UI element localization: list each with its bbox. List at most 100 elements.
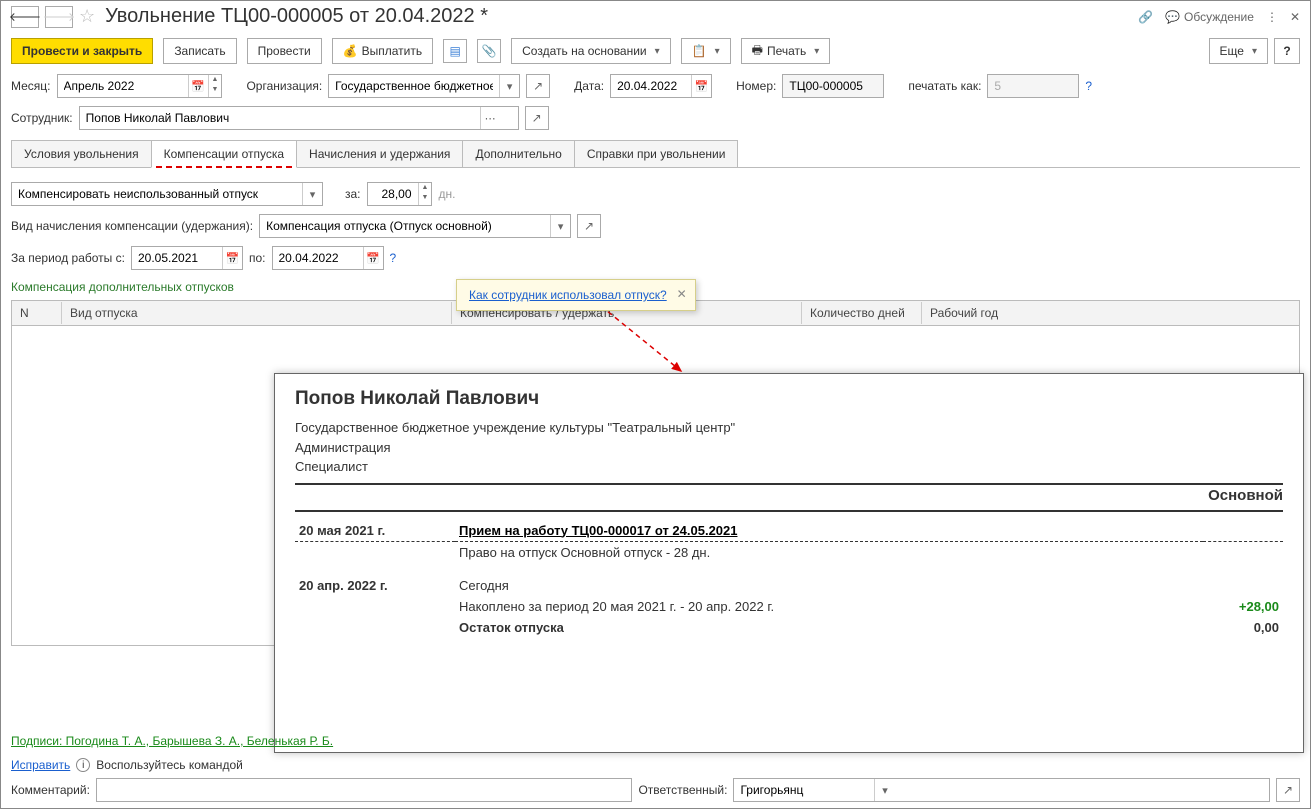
report-row: Накоплено за период 20 мая 2021 г. - 20 …: [295, 596, 1283, 617]
tab-compensation[interactable]: Компенсации отпуска: [151, 140, 297, 168]
form-icon-button[interactable]: ▤: [443, 39, 467, 63]
more-button[interactable]: Еще: [1209, 38, 1268, 64]
tab-references[interactable]: Справки при увольнении: [574, 140, 739, 167]
za-label: за:: [345, 187, 361, 201]
r2-desc: Накоплено за период 20 мая 2021 г. - 20 …: [455, 596, 1203, 617]
accrual-input[interactable]: ▾: [259, 214, 571, 238]
period-from-field[interactable]: [132, 247, 222, 269]
accrual-field[interactable]: [260, 215, 550, 237]
tab-accruals[interactable]: Начисления и удержания: [296, 140, 463, 167]
r1-link[interactable]: Прием на работу ТЦ00-000017 от 24.05.202…: [459, 523, 737, 538]
create-based-button[interactable]: Создать на основании: [511, 38, 671, 64]
favorite-icon[interactable]: ☆: [79, 6, 95, 27]
pay-icon: 💰: [343, 44, 358, 58]
calendar-icon[interactable]: 📅: [691, 75, 711, 97]
chevron-down-icon[interactable]: ▾: [499, 75, 519, 97]
fix-link[interactable]: Исправить: [11, 758, 70, 772]
tabs: Условия увольнения Компенсации отпуска Н…: [11, 140, 1300, 168]
month-input[interactable]: 📅 ▲▼: [57, 74, 223, 98]
date-input[interactable]: 📅: [610, 74, 712, 98]
post-button[interactable]: Провести: [247, 38, 322, 64]
tab-conditions[interactable]: Условия увольнения: [11, 140, 152, 167]
printas-input[interactable]: [987, 74, 1079, 98]
help-icon[interactable]: ?: [1085, 79, 1092, 93]
org-input[interactable]: ▾: [328, 74, 520, 98]
resp-open-icon[interactable]: ↗: [1276, 778, 1300, 802]
employee-open-icon[interactable]: ↗: [525, 106, 549, 130]
month-spinner[interactable]: ▲▼: [208, 75, 222, 97]
date-label: Дата:: [574, 79, 604, 93]
printas-field[interactable]: [988, 75, 1078, 97]
signatures-text[interactable]: Подписи: Погодина Т. А., Барышева З. А.,…: [11, 734, 333, 748]
kebab-icon[interactable]: ⋮: [1266, 10, 1278, 24]
comment-field[interactable]: [97, 779, 632, 801]
attach-icon[interactable]: 📎: [477, 39, 501, 63]
th-n: N: [12, 302, 62, 324]
usage-tooltip: Как сотрудник использовал отпуск? ✕: [456, 279, 696, 311]
usage-link[interactable]: Как сотрудник использовал отпуск?: [469, 288, 667, 302]
discuss-label: Обсуждение: [1184, 10, 1254, 24]
period-to-input[interactable]: 📅: [272, 246, 384, 270]
pay-button[interactable]: 💰 Выплатить: [332, 38, 433, 64]
period-from-input[interactable]: 📅: [131, 246, 243, 270]
date-field[interactable]: [611, 75, 691, 97]
chevron-down-icon[interactable]: ▾: [550, 215, 570, 237]
month-field[interactable]: [58, 75, 188, 97]
resp-label: Ответственный:: [638, 783, 727, 797]
chevron-down-icon[interactable]: ▾: [874, 779, 894, 801]
resp-input[interactable]: ▾: [733, 778, 1270, 802]
days-field[interactable]: [368, 183, 418, 205]
report-row: 20 мая 2021 г. Прием на работу ТЦ00-0000…: [295, 520, 1283, 542]
report-pos: Специалист: [295, 457, 1283, 477]
report-panel: Попов Николай Павлович Государственное б…: [274, 373, 1304, 753]
discuss-button[interactable]: 💬 Обсуждение: [1165, 10, 1254, 24]
employee-input[interactable]: ⋯: [79, 106, 519, 130]
number-input[interactable]: [782, 74, 884, 98]
period-to-field[interactable]: [273, 247, 363, 269]
calendar-icon[interactable]: 📅: [363, 247, 383, 269]
org-label: Организация:: [246, 79, 322, 93]
ellipsis-icon[interactable]: ⋯: [480, 107, 500, 129]
report-row: Право на отпуск Основной отпуск - 28 дн.: [295, 541, 1283, 563]
nav-back-button[interactable]: 🡐: [11, 6, 39, 28]
month-label: Месяц:: [11, 79, 51, 93]
days-input[interactable]: ▲▼: [367, 182, 433, 206]
close-icon[interactable]: ✕: [1290, 10, 1300, 24]
r3-desc: Остаток отпуска: [459, 620, 564, 635]
dn-label: дн.: [438, 187, 455, 201]
calendar-icon[interactable]: 📅: [222, 247, 242, 269]
resp-field[interactable]: [734, 779, 874, 801]
comment-input[interactable]: [96, 778, 633, 802]
r3-val: 0,00: [1203, 617, 1283, 638]
copy-dropdown-button[interactable]: 📋: [681, 38, 731, 64]
comp-type-input[interactable]: ▾: [11, 182, 323, 206]
save-button[interactable]: Записать: [163, 38, 236, 64]
tab-additional[interactable]: Дополнительно: [462, 140, 574, 167]
period-label: За период работы с:: [11, 251, 125, 265]
number-label: Номер:: [736, 79, 776, 93]
calendar-icon[interactable]: 📅: [188, 75, 208, 97]
help-button[interactable]: ?: [1274, 38, 1300, 64]
report-section: Основной: [295, 487, 1283, 504]
chevron-down-icon[interactable]: ▾: [302, 183, 322, 205]
link-icon[interactable]: 🔗: [1138, 10, 1153, 24]
employee-field[interactable]: [80, 107, 480, 129]
printas-label: печатать как:: [908, 79, 981, 93]
nav-forward-button[interactable]: 🡒: [45, 6, 73, 28]
accrual-open-icon[interactable]: ↗: [577, 214, 601, 238]
org-field[interactable]: [329, 75, 499, 97]
comp-type-field[interactable]: [12, 183, 302, 205]
report-row: Остаток отпуска 0,00: [295, 617, 1283, 638]
number-field[interactable]: [783, 75, 883, 97]
th-days: Количество дней: [802, 302, 922, 324]
comment-row: Комментарий: Ответственный: ▾ ↗: [11, 778, 1300, 802]
close-icon[interactable]: ✕: [677, 287, 687, 301]
print-button[interactable]: 🖶 Печать: [741, 38, 831, 64]
discuss-icon: 💬: [1165, 10, 1180, 24]
org-open-icon[interactable]: ↗: [526, 74, 550, 98]
period-help-icon[interactable]: ?: [390, 251, 397, 265]
days-spinner[interactable]: ▲▼: [418, 183, 432, 205]
row-employee: Сотрудник: ⋯ ↗: [1, 102, 1310, 134]
signatures-link[interactable]: Подписи: Погодина Т. А., Барышева З. А.,…: [11, 734, 333, 748]
post-close-button[interactable]: Провести и закрыть: [11, 38, 153, 64]
